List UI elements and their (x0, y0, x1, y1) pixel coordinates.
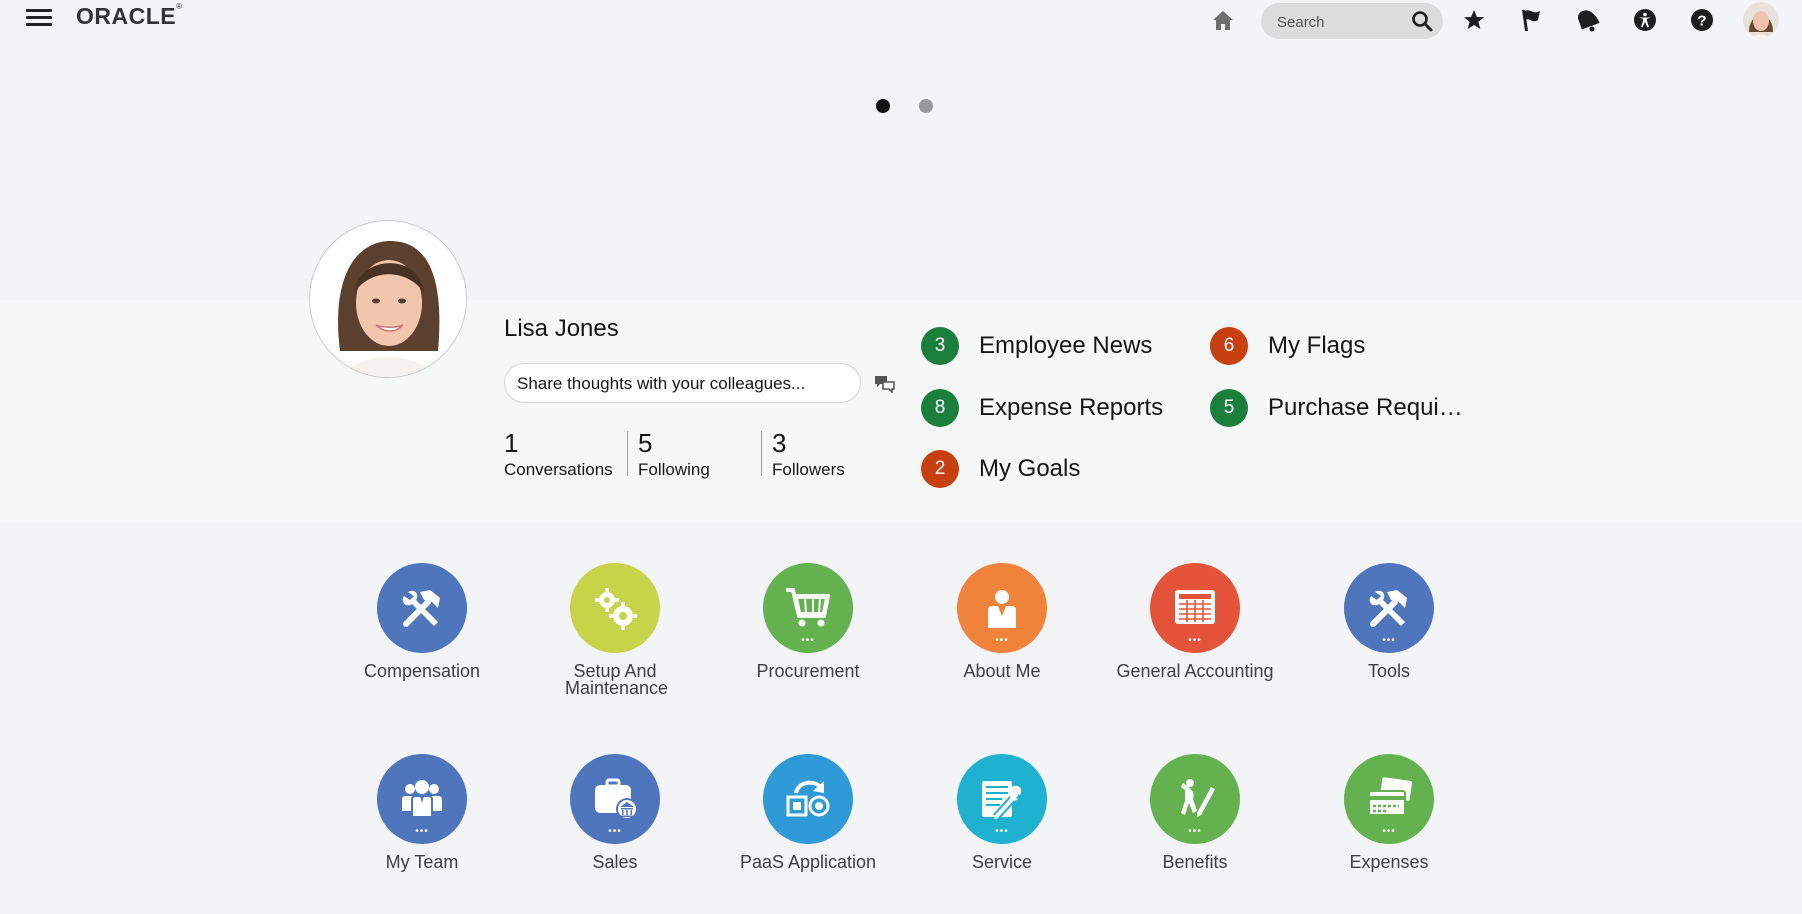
more-options-icon: ••• (801, 635, 815, 646)
carousel-dot-1[interactable] (876, 99, 890, 113)
more-options-icon: ••• (1188, 826, 1202, 837)
app-tile-my-team[interactable]: ••• My Team (332, 754, 512, 871)
notification-label: Expense Reports (979, 394, 1164, 421)
flag-icon[interactable] (1516, 5, 1546, 35)
svg-text:?: ? (1697, 13, 1706, 30)
app-tile-label: Sales (592, 852, 638, 872)
notification-label: My Flags (1268, 332, 1366, 359)
count-badge: 3 (921, 327, 959, 365)
app-tile-procurement[interactable]: ••• Procurement (718, 563, 898, 680)
stat-label: Conversations (504, 460, 613, 479)
ledger-icon: ••• (1150, 563, 1240, 653)
stat-label: Followers (772, 460, 845, 479)
app-tile-compensation[interactable]: Compensation (332, 563, 512, 680)
divider (761, 431, 762, 476)
app-tile-label: Setup And Maintenance (565, 661, 669, 698)
app-tile-label: Expenses (1349, 852, 1429, 872)
notification-label: Purchase Requi… (1268, 394, 1463, 421)
app-tile-general-accounting[interactable]: ••• General Accounting (1105, 563, 1285, 680)
stat-value: 5 (638, 428, 653, 458)
app-tile-label: Tools (1367, 661, 1411, 681)
help-icon[interactable]: ? (1687, 5, 1717, 35)
stat-followers[interactable]: 3 Followers (772, 428, 845, 480)
app-tile-expenses[interactable]: ••• Expenses (1299, 754, 1479, 871)
search-box (1261, 3, 1443, 39)
count-badge: 5 (1210, 389, 1248, 427)
profile-banner (0, 300, 1802, 522)
notification-my-flags[interactable]: 6 My Flags (1210, 327, 1365, 365)
service-icon: ••• (957, 754, 1047, 844)
notification-purchase-requisitions[interactable]: 5 Purchase Requi… (1210, 389, 1463, 427)
cart-icon: ••• (763, 563, 853, 653)
stat-following[interactable]: 5 Following (638, 428, 710, 480)
person-icon: ••• (957, 563, 1047, 653)
notifications-bell-icon[interactable] (1572, 5, 1602, 35)
notification-expense-reports[interactable]: 8 Expense Reports (921, 389, 1163, 427)
more-options-icon: ••• (995, 826, 1009, 837)
app-tile-label: Service (971, 852, 1033, 872)
count-badge: 8 (921, 389, 959, 427)
notification-employee-news[interactable]: 3 Employee News (921, 327, 1152, 365)
more-options-icon: ••• (1382, 826, 1396, 837)
share-thoughts-box (504, 363, 861, 403)
app-tile-label: Procurement (756, 661, 860, 681)
count-badge: 2 (921, 450, 959, 488)
paas-icon (763, 754, 853, 844)
home-icon[interactable] (1208, 5, 1238, 35)
profile-name[interactable]: Lisa Jones (504, 315, 619, 343)
app-tile-label: About Me (963, 661, 1041, 681)
app-tile-label: Benefits (1162, 852, 1228, 872)
app-tile-label: My Team (385, 852, 459, 872)
app-tile-service[interactable]: ••• Service (912, 754, 1092, 871)
menu-icon[interactable] (26, 6, 52, 28)
share-thoughts-input[interactable] (515, 373, 849, 395)
stat-value: 1 (504, 428, 519, 458)
benefits-icon: ••• (1150, 754, 1240, 844)
more-options-icon: ••• (415, 826, 429, 837)
global-header: ORACLE® ? (0, 0, 1802, 44)
search-input[interactable] (1275, 11, 1409, 33)
notification-label: Employee News (979, 332, 1153, 359)
more-options-icon: ••• (608, 826, 622, 837)
stat-label: Following (638, 460, 710, 479)
notification-label: My Goals (979, 455, 1081, 482)
search-icon[interactable] (1411, 10, 1433, 37)
stat-conversations[interactable]: 1 Conversations (504, 428, 613, 480)
accessibility-icon[interactable] (1630, 5, 1660, 35)
app-tile-label: General Accounting (1116, 661, 1274, 681)
expenses-icon: ••• (1344, 754, 1434, 844)
profile-photo[interactable] (309, 220, 467, 378)
team-icon: ••• (377, 754, 467, 844)
tools-icon: ••• (1344, 563, 1434, 653)
count-badge: 6 (1210, 327, 1248, 365)
oracle-logo[interactable]: ORACLE® (76, 2, 183, 30)
divider (627, 431, 628, 476)
favorites-star-icon[interactable] (1459, 5, 1489, 35)
app-tile-benefits[interactable]: ••• Benefits (1105, 754, 1285, 871)
more-options-icon: ••• (1188, 635, 1202, 646)
more-options-icon: ••• (1382, 635, 1396, 646)
sales-icon: ••• (570, 754, 660, 844)
gears-icon (570, 563, 660, 653)
stat-value: 3 (772, 428, 787, 458)
user-avatar[interactable] (1743, 2, 1779, 38)
app-tile-sales[interactable]: ••• Sales (525, 754, 705, 871)
app-tile-about-me[interactable]: ••• About Me (912, 563, 1092, 680)
notification-my-goals[interactable]: 2 My Goals (921, 450, 1080, 488)
conversation-icon[interactable] (874, 375, 896, 398)
app-tile-label: PaaS Application (739, 852, 877, 872)
app-tile-setup-and-maintenance[interactable]: Setup And Maintenance (525, 563, 705, 697)
more-options-icon: ••• (995, 635, 1009, 646)
app-tile-tools[interactable]: ••• Tools (1299, 563, 1479, 680)
tools-icon (377, 563, 467, 653)
carousel-dot-2[interactable] (919, 99, 933, 113)
app-tile-paas-application[interactable]: PaaS Application (718, 754, 898, 871)
app-tile-label: Compensation (363, 661, 481, 681)
